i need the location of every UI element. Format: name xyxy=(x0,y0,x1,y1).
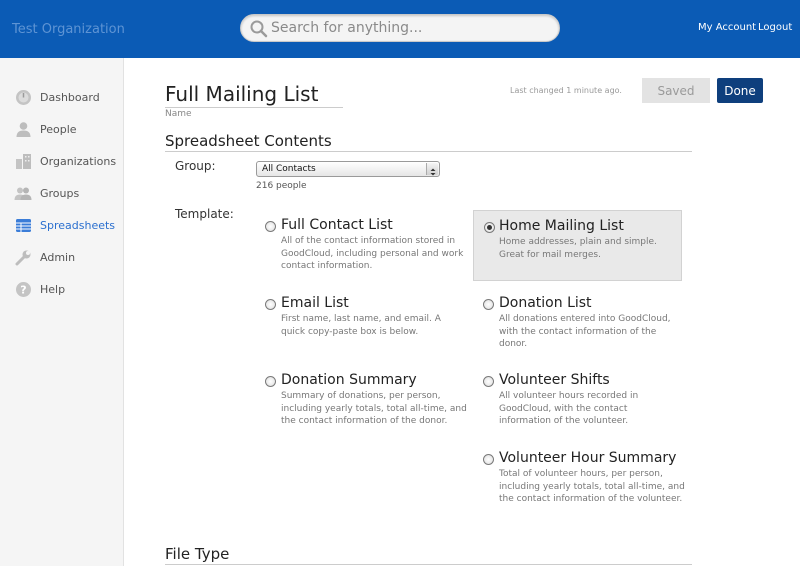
sidebar-item-label: People xyxy=(40,123,77,136)
template-description: All donations entered into GoodCloud, wi… xyxy=(499,314,671,349)
radio-button[interactable] xyxy=(265,221,276,232)
template-title: Email List xyxy=(281,295,349,311)
sidebar-item-spreadsheets[interactable]: Spreadsheets xyxy=(0,214,124,238)
group-select[interactable]: All Contacts xyxy=(256,161,440,177)
search-icon xyxy=(250,20,268,38)
template-option-home-mailing-list[interactable]: Home Mailing List Home addresses, plain … xyxy=(473,210,682,281)
template-label: Template: xyxy=(175,207,234,221)
sidebar-item-organizations[interactable]: Organizations xyxy=(0,150,124,174)
radio-button[interactable] xyxy=(265,299,276,310)
sidebar-item-label: Spreadsheets xyxy=(40,219,116,232)
people-count: 216 people xyxy=(256,181,307,191)
radio-button[interactable] xyxy=(483,299,494,310)
section-heading-contents: Spreadsheet Contents xyxy=(165,132,332,150)
org-name[interactable]: Test Organization xyxy=(12,22,125,37)
spreadsheet-name-input[interactable] xyxy=(165,80,343,108)
template-description: Home addresses, plain and simple. Great … xyxy=(499,237,657,260)
divider xyxy=(165,151,692,152)
buildings-icon xyxy=(16,154,31,169)
group-icon xyxy=(14,187,32,200)
template-option-donation-summary[interactable]: Donation Summary Summary of donations, p… xyxy=(265,372,473,440)
sidebar-item-groups[interactable]: Groups xyxy=(0,182,124,206)
name-label: Name xyxy=(165,109,192,119)
radio-button[interactable] xyxy=(265,376,276,387)
top-bar: Test Organization My Account Logout xyxy=(0,0,800,58)
radio-button-selected[interactable] xyxy=(484,222,495,233)
spreadsheet-icon xyxy=(16,219,31,232)
chevron-updown-icon xyxy=(426,163,438,176)
search-input[interactable] xyxy=(271,18,551,38)
divider xyxy=(165,564,692,565)
template-title: Home Mailing List xyxy=(499,218,624,234)
sidebar-item-help[interactable]: ? Help xyxy=(0,278,124,302)
template-description: All of the contact information stored in… xyxy=(281,236,464,271)
template-description: All volunteer hours recorded in GoodClou… xyxy=(499,391,639,426)
template-option-volunteer-shifts[interactable]: Volunteer Shifts All volunteer hours rec… xyxy=(483,372,691,428)
sidebar-item-label: Admin xyxy=(40,251,76,264)
template-title: Volunteer Hour Summary xyxy=(499,450,677,466)
template-description: Summary of donations, per person, includ… xyxy=(281,391,467,426)
wrench-icon xyxy=(15,250,31,266)
sidebar-item-dashboard[interactable]: Dashboard xyxy=(0,86,124,110)
search-box[interactable] xyxy=(240,14,560,42)
help-icon: ? xyxy=(16,282,31,297)
section-heading-file-type: File Type xyxy=(165,545,230,563)
sidebar-item-people[interactable]: People xyxy=(0,118,124,142)
my-account-link[interactable]: My Account xyxy=(698,22,756,33)
group-label: Group: xyxy=(175,159,216,173)
template-option-donation-list[interactable]: Donation List All donations entered into… xyxy=(483,295,691,351)
person-icon xyxy=(16,122,31,137)
template-option-volunteer-hour-summary[interactable]: Volunteer Hour Summary Total of voluntee… xyxy=(483,450,691,518)
sidebar-item-label: Help xyxy=(40,283,66,296)
radio-button[interactable] xyxy=(483,454,494,465)
group-select-value: All Contacts xyxy=(262,164,316,174)
logout-link[interactable]: Logout xyxy=(758,22,792,33)
sidebar-item-label: Groups xyxy=(40,187,80,200)
sidebar-item-label: Dashboard xyxy=(40,91,100,104)
template-description: Total of volunteer hours, per person, in… xyxy=(499,469,685,504)
radio-button[interactable] xyxy=(483,376,494,387)
template-option-email-list[interactable]: Email List First name, last name, and em… xyxy=(265,295,473,339)
sidebar-item-admin[interactable]: Admin xyxy=(0,246,124,270)
template-title: Donation List xyxy=(499,295,592,311)
template-title: Full Contact List xyxy=(281,217,393,233)
sidebar-item-label: Organizations xyxy=(40,155,117,168)
template-title: Volunteer Shifts xyxy=(499,372,610,388)
saved-button[interactable]: Saved xyxy=(642,78,710,103)
template-title: Donation Summary xyxy=(281,372,417,388)
template-description: First name, last name, and email. A quic… xyxy=(281,314,441,337)
template-option-full-contact-list[interactable]: Full Contact List All of the contact inf… xyxy=(265,217,473,273)
svg-text:?: ? xyxy=(20,284,26,297)
dashboard-icon xyxy=(16,90,31,105)
last-changed-text: Last changed 1 minute ago. xyxy=(510,86,622,95)
done-button[interactable]: Done xyxy=(717,78,763,103)
sidebar: Dashboard People Organizations Groups Sp… xyxy=(0,58,124,566)
